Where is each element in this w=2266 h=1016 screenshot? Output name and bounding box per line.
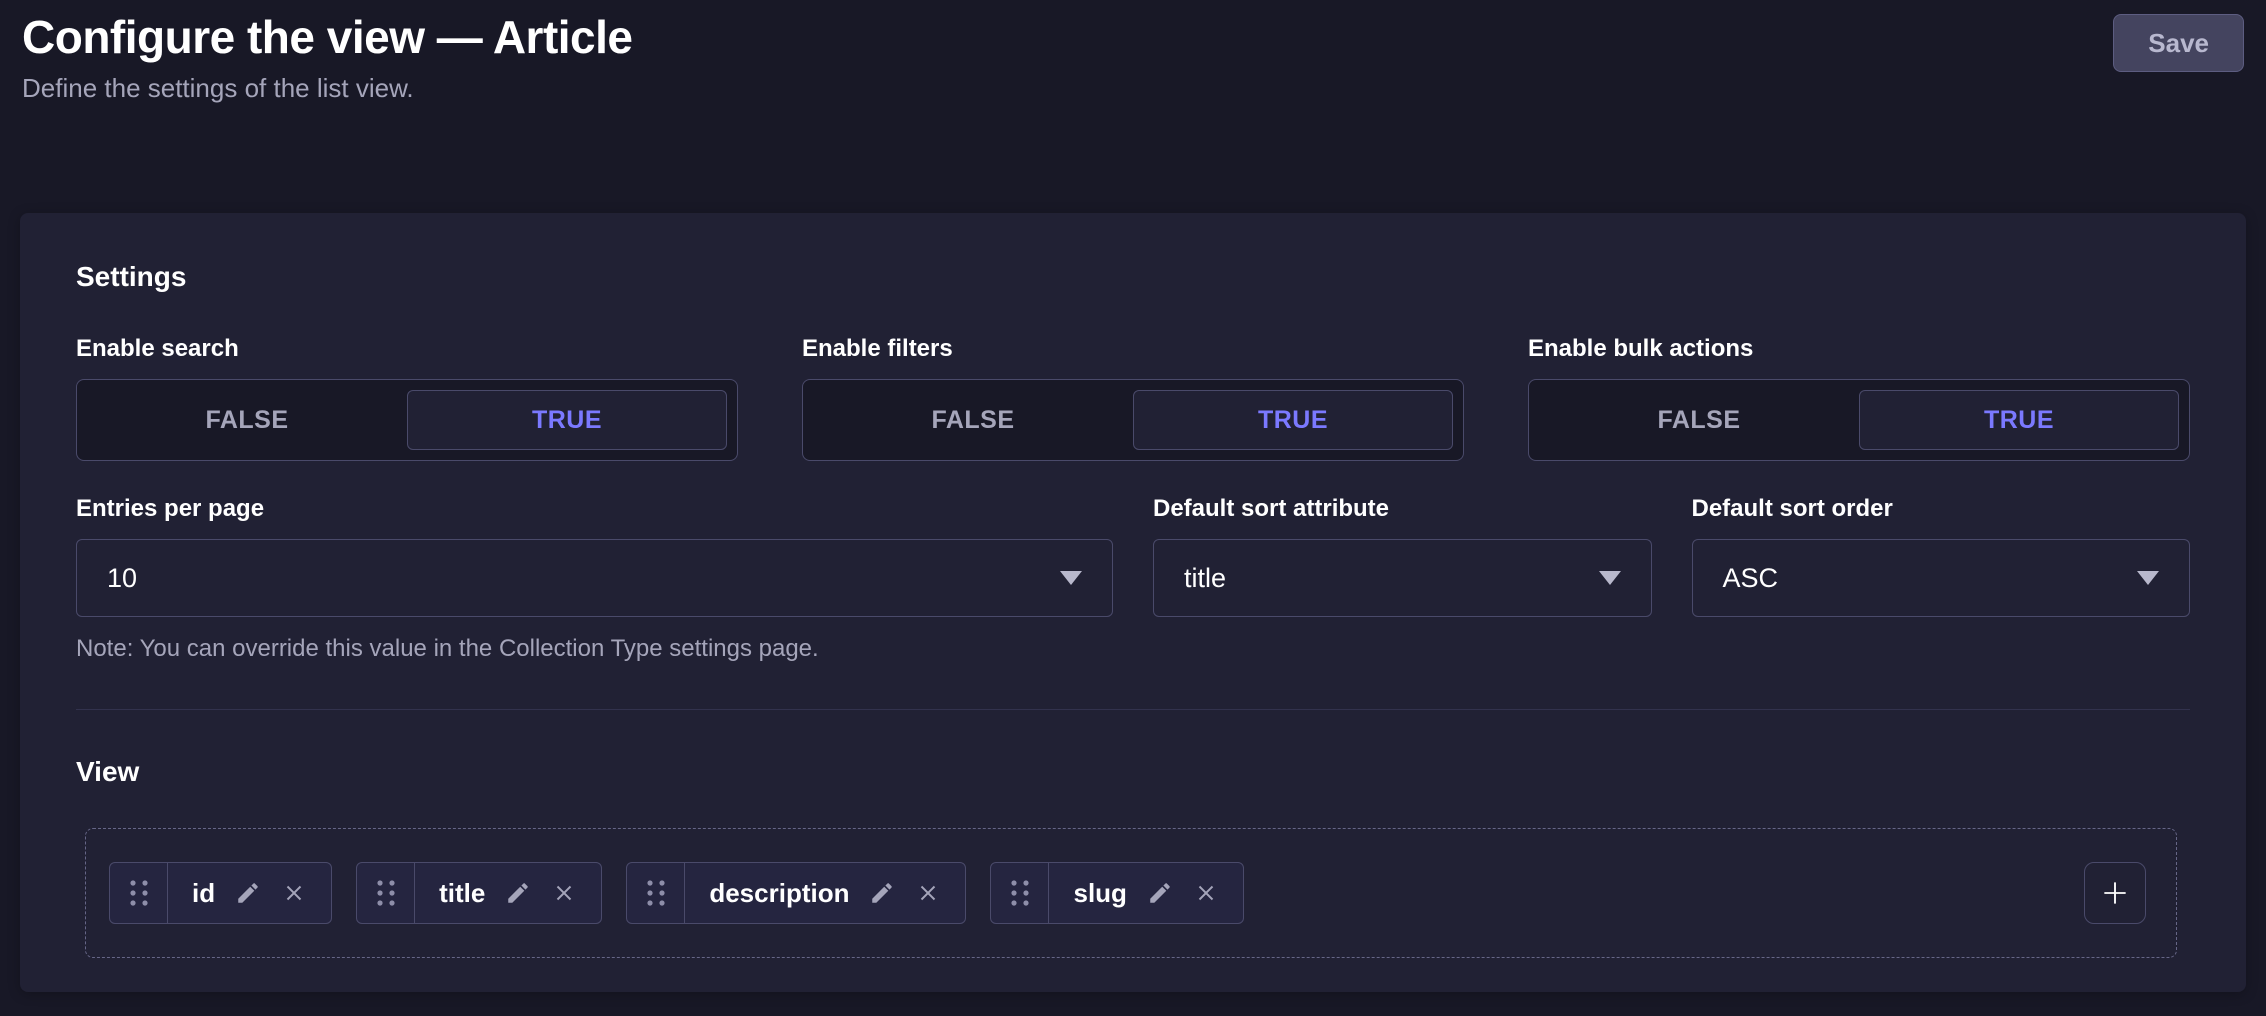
page-title: Configure the view — Article	[22, 10, 2244, 64]
enable-search-true-option[interactable]: TRUE	[407, 390, 727, 450]
chip-label: title	[439, 878, 485, 909]
chevron-down-icon	[1060, 571, 1082, 585]
close-icon[interactable]	[281, 880, 307, 906]
close-icon[interactable]	[915, 880, 941, 906]
pencil-icon[interactable]	[505, 880, 531, 906]
pencil-icon[interactable]	[1147, 880, 1173, 906]
field-default-sort-order: Default sort order ASC	[1692, 495, 2191, 663]
field-enable-bulk-actions: Enable bulk actions FALSE TRUE	[1528, 335, 2190, 461]
chip-body: slug	[1049, 863, 1242, 923]
chevron-down-icon	[2137, 571, 2159, 585]
close-icon[interactable]	[1193, 880, 1219, 906]
chip-body: description	[685, 863, 965, 923]
field-chip-description[interactable]: description	[626, 862, 966, 924]
page-header: Configure the view — Article Define the …	[0, 0, 2266, 104]
section-divider	[76, 709, 2190, 710]
chip-label: id	[192, 878, 215, 909]
default-sort-order-value: ASC	[1723, 563, 1779, 594]
default-sort-order-select[interactable]: ASC	[1692, 539, 2191, 617]
add-field-button[interactable]	[2084, 862, 2146, 924]
field-chip-id[interactable]: id	[109, 862, 332, 924]
chip-label: slug	[1073, 878, 1126, 909]
chip-label: description	[709, 878, 849, 909]
enable-search-label: Enable search	[76, 335, 738, 363]
chevron-down-icon	[1599, 571, 1621, 585]
page-subtitle: Define the settings of the list view.	[22, 72, 2244, 104]
view-fields-dropzone: id title	[85, 828, 2177, 958]
field-enable-filters: Enable filters FALSE TRUE	[802, 335, 1464, 461]
entries-per-page-value: 10	[107, 563, 137, 594]
entries-per-page-select[interactable]: 10	[76, 539, 1113, 617]
enable-filters-label: Enable filters	[802, 335, 1464, 363]
entries-per-page-label: Entries per page	[76, 495, 1113, 523]
drag-handle-icon[interactable]	[110, 863, 168, 923]
chip-body: id	[168, 863, 331, 923]
settings-heading: Settings	[76, 261, 2190, 293]
default-sort-attribute-label: Default sort attribute	[1153, 495, 1652, 523]
default-sort-attribute-select[interactable]: title	[1153, 539, 1652, 617]
field-entries-per-page: Entries per page 10 Note: You can overri…	[76, 495, 1113, 663]
enable-bulk-actions-label: Enable bulk actions	[1528, 335, 2190, 363]
save-button[interactable]: Save	[2113, 14, 2244, 72]
enable-search-false-option[interactable]: FALSE	[87, 390, 407, 450]
enable-filters-true-option[interactable]: TRUE	[1133, 390, 1453, 450]
field-default-sort-attribute: Default sort attribute title	[1153, 495, 1652, 663]
enable-bulk-actions-true-option[interactable]: TRUE	[1859, 390, 2179, 450]
pencil-icon[interactable]	[235, 880, 261, 906]
field-chip-title[interactable]: title	[356, 862, 602, 924]
pencil-icon[interactable]	[869, 880, 895, 906]
drag-handle-icon[interactable]	[991, 863, 1049, 923]
default-sort-attribute-value: title	[1184, 563, 1226, 594]
plus-icon	[2099, 877, 2131, 909]
drag-handle-icon[interactable]	[627, 863, 685, 923]
configure-view-panel: Settings Enable search FALSE TRUE Enable…	[20, 213, 2246, 992]
entries-per-page-hint: Note: You can override this value in the…	[76, 635, 1113, 663]
view-heading: View	[76, 756, 2190, 788]
default-sort-order-label: Default sort order	[1692, 495, 2191, 523]
enable-bulk-actions-toggle: FALSE TRUE	[1528, 379, 2190, 461]
chip-body: title	[415, 863, 601, 923]
enable-filters-false-option[interactable]: FALSE	[813, 390, 1133, 450]
close-icon[interactable]	[551, 880, 577, 906]
field-chip-slug[interactable]: slug	[990, 862, 1243, 924]
enable-bulk-actions-false-option[interactable]: FALSE	[1539, 390, 1859, 450]
drag-handle-icon[interactable]	[357, 863, 415, 923]
enable-search-toggle: FALSE TRUE	[76, 379, 738, 461]
enable-filters-toggle: FALSE TRUE	[802, 379, 1464, 461]
field-enable-search: Enable search FALSE TRUE	[76, 335, 738, 461]
settings-selects-row: Entries per page 10 Note: You can overri…	[76, 495, 2190, 663]
settings-toggles-row: Enable search FALSE TRUE Enable filters …	[76, 335, 2190, 461]
